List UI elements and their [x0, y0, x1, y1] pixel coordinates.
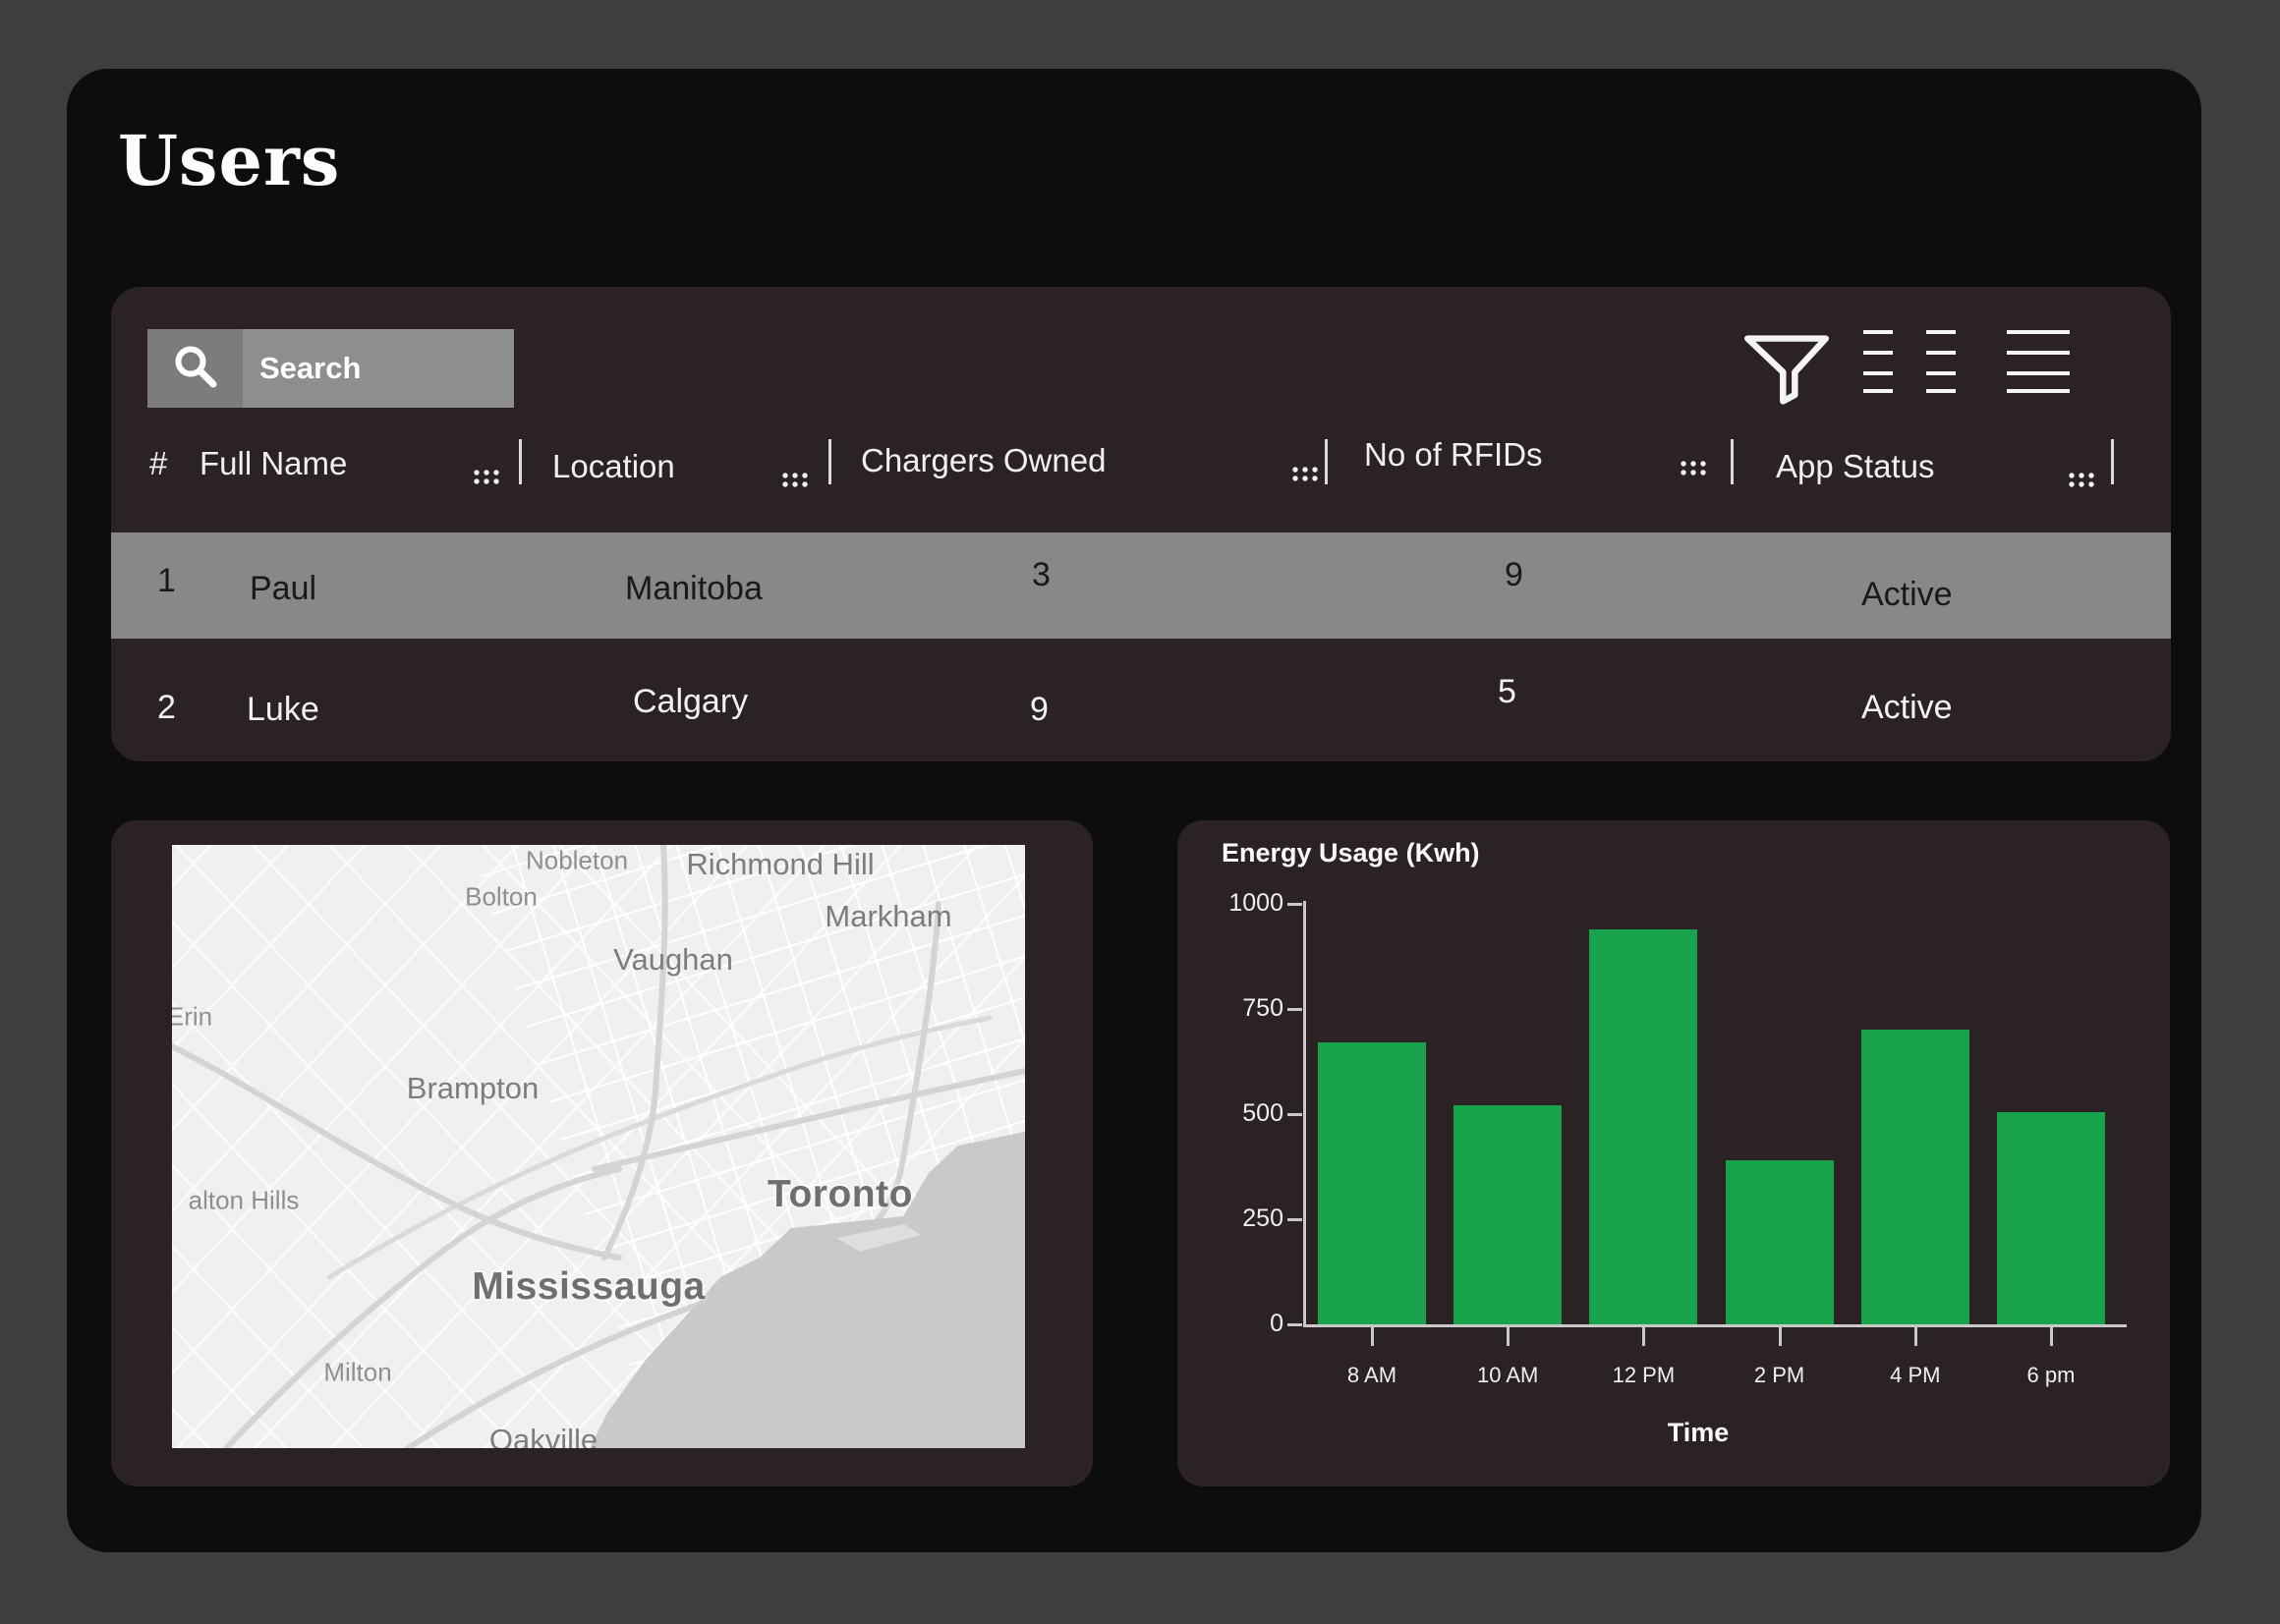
cell-index: 2 [157, 689, 176, 727]
menu-lines-icon[interactable] [2007, 329, 2070, 399]
x-tick-label: 6 pm [1982, 1363, 2120, 1388]
search-icon [172, 343, 219, 395]
drag-handle-icon[interactable] [1680, 448, 1708, 485]
y-tick-label: 250 [1215, 1204, 1283, 1233]
y-axis [1303, 901, 1306, 1327]
x-tick-mark [1371, 1327, 1374, 1346]
cell-location: Calgary [633, 683, 748, 721]
column-header-no_of_rfids[interactable]: No of RFIDs [1364, 436, 1543, 474]
bar-12-pm[interactable] [1589, 929, 1697, 1324]
map-label: Milton [323, 1358, 391, 1388]
x-tick-mark [2050, 1327, 2053, 1346]
map-label: Markham [825, 899, 951, 934]
map-label: alton Hills [189, 1186, 300, 1216]
map-label: Richmond Hill [686, 847, 874, 882]
search-placeholder: Search [259, 351, 361, 386]
x-tick-label: 8 AM [1303, 1363, 1441, 1388]
column-divider [1325, 439, 1328, 484]
column-header-app_status[interactable]: App Status [1776, 448, 1934, 485]
users-table-panel: Search [111, 287, 2171, 761]
map-label: Oakville [489, 1423, 598, 1448]
cell-no_of_rfids: 9 [1505, 556, 1523, 594]
cell-chargers_owned: 3 [1032, 556, 1051, 594]
cell-no_of_rfids: 5 [1498, 673, 1516, 711]
cell-index: 1 [157, 562, 176, 600]
energy-usage-chart-panel: Energy Usage (Kwh) Time 025050075010008 … [1177, 820, 2170, 1486]
x-tick-mark [1779, 1327, 1782, 1346]
bar-2-pm[interactable] [1726, 1160, 1834, 1324]
column-divider [1731, 439, 1734, 484]
map-label: Erin [172, 1002, 212, 1033]
bar-8-am[interactable] [1318, 1042, 1426, 1324]
y-tick-label: 750 [1215, 994, 1283, 1023]
x-tick-label: 2 PM [1711, 1363, 1849, 1388]
y-tick-label: 0 [1215, 1310, 1283, 1338]
x-tick-mark [1507, 1327, 1510, 1346]
bar-4-pm[interactable] [1861, 1030, 1969, 1324]
page-title: Users [118, 120, 340, 201]
map[interactable]: Nobleton Richmond Hill Bolton Markham Vaugha… [172, 845, 1025, 1448]
column-divider [828, 439, 831, 484]
y-tick-mark [1287, 1008, 1302, 1011]
drag-handle-icon[interactable] [2068, 460, 2096, 497]
drag-handle-icon[interactable] [473, 457, 501, 494]
desktop-background: Users Search [0, 0, 2280, 1624]
x-tick-label: 12 PM [1574, 1363, 1712, 1388]
search-icon-box[interactable] [147, 329, 243, 408]
y-tick-mark [1287, 1323, 1302, 1326]
x-tick-label: 10 AM [1439, 1363, 1576, 1388]
table-header-row: # Full Name Location Chargers Owned No of RF… [111, 435, 2171, 494]
drag-handle-icon[interactable] [1291, 454, 1320, 491]
table-row[interactable]: 2 Luke Calgary 9 5 Active [111, 645, 2171, 761]
map-label: Mississauga [472, 1265, 705, 1309]
x-axis-title: Time [1600, 1418, 1796, 1448]
search-input[interactable]: Search [147, 329, 514, 408]
cell-app_status: Active [1861, 689, 1953, 727]
map-label: Toronto [768, 1173, 913, 1216]
table-row[interactable]: 1 Paul Manitoba 3 9 Active [111, 532, 2171, 639]
y-tick-mark [1287, 903, 1302, 906]
column-header-full_name[interactable]: Full Name [200, 445, 347, 482]
cell-full_name: Luke [247, 691, 319, 729]
dashboard-card: Users Search [67, 69, 2201, 1552]
x-tick-label: 4 PM [1847, 1363, 1984, 1388]
map-label: Nobleton [526, 846, 628, 876]
cell-full_name: Paul [250, 570, 316, 608]
x-tick-mark [1642, 1327, 1645, 1346]
drag-handle-icon[interactable] [781, 460, 810, 497]
cell-location: Manitoba [625, 570, 763, 608]
map-label: Bolton [465, 882, 538, 913]
map-label: Vaughan [613, 942, 733, 978]
x-axis [1303, 1324, 2127, 1327]
filter-funnel-icon[interactable] [1741, 333, 1832, 411]
x-tick-mark [1914, 1327, 1917, 1346]
two-column-list-icon[interactable] [1863, 329, 1956, 399]
map-panel: Nobleton Richmond Hill Bolton Markham Vaugha… [111, 820, 1093, 1486]
column-header-index[interactable]: # [149, 445, 167, 482]
cell-chargers_owned: 9 [1030, 691, 1049, 729]
column-header-chargers_owned[interactable]: Chargers Owned [861, 442, 1106, 479]
map-label: Brampton [407, 1071, 539, 1106]
column-divider [519, 439, 522, 484]
map-roads [172, 845, 1025, 1448]
y-tick-label: 1000 [1215, 889, 1283, 918]
column-divider [2111, 439, 2114, 484]
y-tick-mark [1287, 1218, 1302, 1221]
y-tick-mark [1287, 1113, 1302, 1116]
cell-app_status: Active [1861, 576, 1953, 614]
bar-10-am[interactable] [1454, 1105, 1562, 1324]
column-header-location[interactable]: Location [552, 448, 675, 485]
bar-6-pm[interactable] [1997, 1112, 2105, 1324]
bar-chart: Time 0 250 500 750 1000 8 AM10 AM12 PM2 PM4 P… [1177, 820, 2170, 1486]
y-tick-label: 500 [1215, 1099, 1283, 1128]
